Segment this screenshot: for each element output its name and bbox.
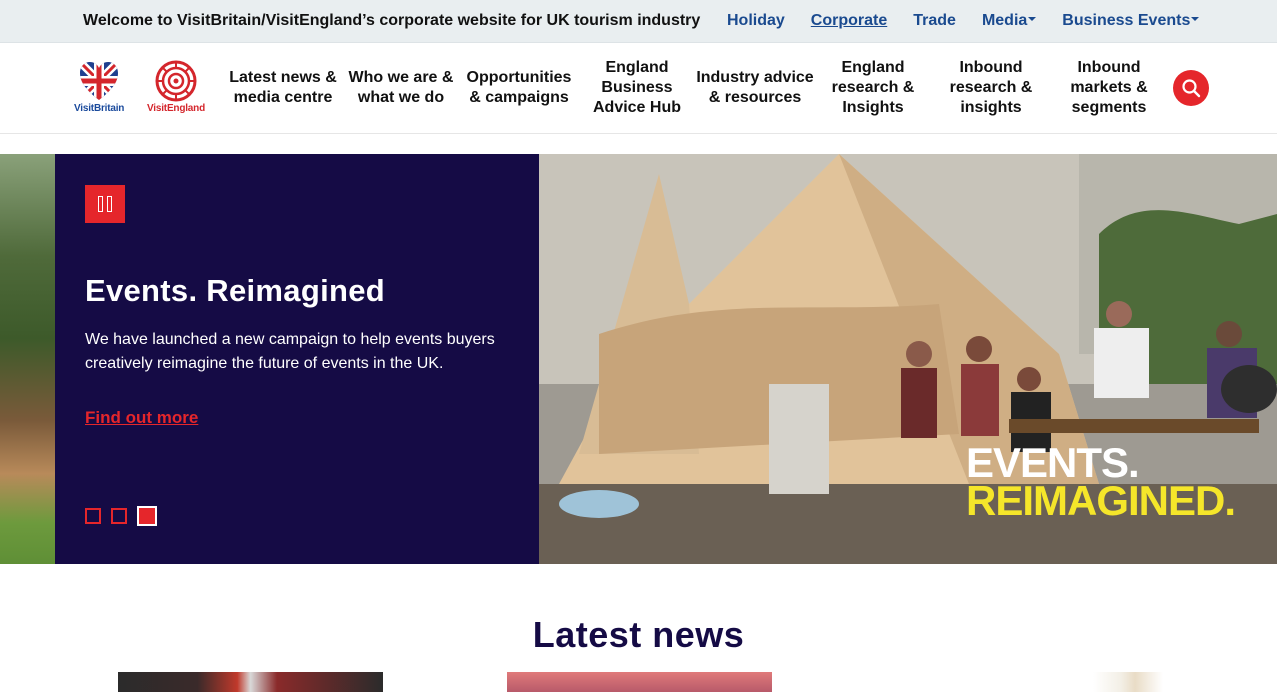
hero-photo-caption: EVENTS. REIMAGINED. [966,442,1236,524]
site-link-business-events[interactable]: Business Events [1062,12,1200,30]
union-jack-heart-icon [80,62,119,100]
find-out-more-link[interactable]: Find out more [85,408,198,428]
site-link-holiday[interactable]: Holiday [727,12,785,30]
nav-item-who-we-are[interactable]: Who we are & what we do [342,57,460,119]
site-link-media[interactable]: Media [981,12,1037,30]
hero-panel: Events. Reimagined We have launched a ne… [55,154,539,564]
nav-item-opportunities[interactable]: Opportunities & campaigns [460,57,578,119]
visitbritain-logo[interactable]: VisitBritain [74,60,124,114]
nav-item-industry-advice[interactable]: Industry advice & resources [696,57,814,119]
welcome-message: Welcome to VisitBritain/VisitEngland’s c… [83,12,701,29]
carousel-indicators [85,506,157,526]
carousel-dot-1[interactable] [85,508,101,524]
hero-description: We have launched a new campaign to help … [85,331,495,372]
pause-icon [107,196,112,212]
rose-icon [155,60,197,102]
news-thumbnail-2[interactable] [507,672,772,692]
site-link-corporate[interactable]: Corporate [811,12,887,30]
main-navigation: VisitBritain VisitEngland Latest news & … [0,43,1277,134]
nav-item-inbound-research[interactable]: Inbound research & insights [932,57,1050,119]
hero-background-image [0,154,55,564]
nav-item-latest-news[interactable]: Latest news & media centre [224,57,342,119]
hero-photo-caption-line2: REIMAGINED. [966,477,1236,524]
chevron-down-icon [1191,17,1200,22]
news-thumbnail-3[interactable] [1093,672,1163,692]
top-utility-bar: Welcome to VisitBritain/VisitEngland’s c… [0,0,1277,43]
chevron-down-icon [1028,17,1037,22]
site-link-business-events-label: Business Events [1062,12,1191,29]
site-switcher: Holiday Corporate Trade Media Business E… [727,12,1225,30]
hero-title: Events. Reimagined [85,273,385,308]
carousel-dot-2[interactable] [111,508,127,524]
site-link-media-label: Media [981,12,1028,29]
hero-carousel: Events. Reimagined We have launched a ne… [0,154,1277,564]
nav-item-england-business-advice-hub[interactable]: England Business Advice Hub [578,57,696,119]
news-thumbnail-1[interactable] [118,672,383,692]
visitbritain-logo-text: VisitBritain [74,103,125,114]
pause-button[interactable] [85,185,125,223]
latest-news-heading: Latest news [532,614,745,655]
carousel-dot-3[interactable] [137,506,157,526]
nav-item-inbound-markets[interactable]: Inbound markets & segments [1050,57,1168,119]
main-menu: Latest news & media centre Who we are & … [224,57,1168,119]
pause-icon [98,196,103,212]
search-icon [1182,79,1201,98]
visitengland-logo[interactable]: VisitEngland [147,60,205,114]
nav-item-england-research[interactable]: England research & Insights [814,57,932,119]
search-button[interactable] [1173,70,1209,106]
site-link-trade[interactable]: Trade [913,12,956,30]
visitengland-logo-text: VisitEngland [147,103,205,114]
